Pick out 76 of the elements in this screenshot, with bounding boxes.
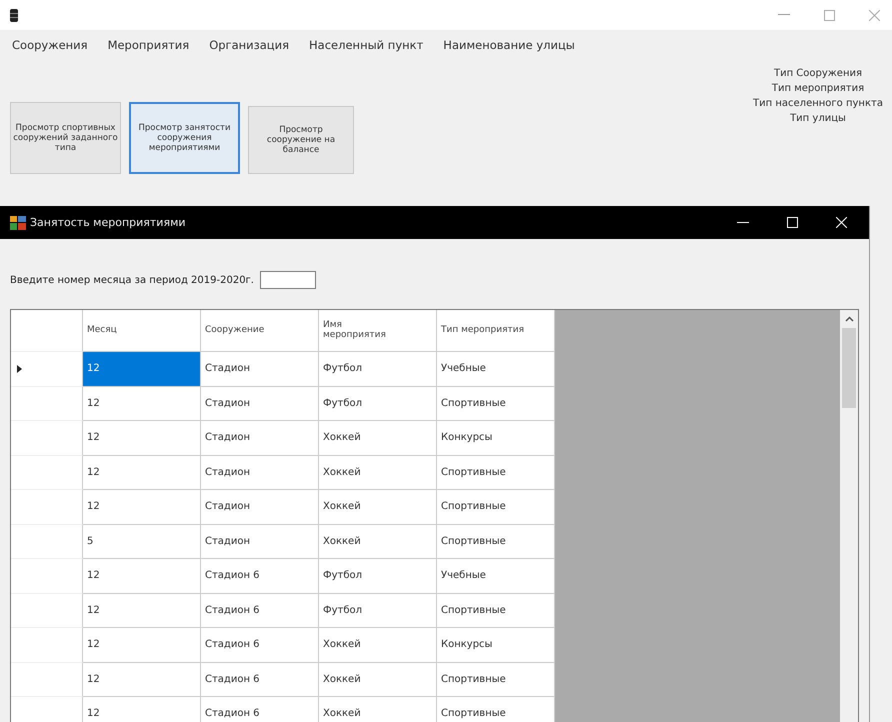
table-cell: 5	[83, 524, 201, 559]
menu-item[interactable]: Сооружения	[12, 38, 88, 62]
table-cell: Стадион 6	[201, 559, 319, 594]
table-cell: Стадион	[201, 490, 319, 524]
window-icon	[10, 216, 26, 230]
row-header[interactable]	[11, 456, 83, 490]
table-cell: Футбол	[319, 559, 437, 594]
table-cell: Хоккей	[319, 456, 437, 490]
table-cell: Хоккей	[319, 421, 437, 456]
column-header[interactable]: Тип мероприятия	[437, 310, 555, 352]
row-header[interactable]	[11, 421, 83, 456]
table-cell: Стадион	[201, 386, 319, 421]
table-cell: Спортивные	[437, 386, 555, 421]
table-cell: Конкурсы	[437, 628, 555, 662]
type-link[interactable]: Тип улицы	[790, 113, 846, 124]
table-cell: 12	[83, 594, 201, 628]
month-input-field[interactable]	[260, 271, 316, 289]
type-link[interactable]: Тип мероприятия	[772, 83, 864, 94]
window-title: Занятость мероприятиями	[30, 216, 186, 229]
app-icon	[10, 8, 18, 22]
scroll-up-icon[interactable]	[844, 316, 854, 322]
table-cell: Стадион	[201, 524, 319, 559]
minimize-icon[interactable]	[737, 222, 749, 224]
table-cell: 12	[83, 490, 201, 524]
menu-item[interactable]: Населенный пункт	[309, 38, 424, 62]
type-link[interactable]: Тип населенного пункта	[753, 98, 883, 109]
table-cell: 12	[83, 456, 201, 490]
menu-item[interactable]: Наименование улицы	[443, 38, 575, 62]
table-cell: Футбол	[319, 352, 437, 386]
table-cell: Спортивные	[437, 524, 555, 559]
table-cell: Стадион	[201, 421, 319, 456]
vertical-scrollbar[interactable]	[840, 310, 858, 722]
table-cell: Хоккей	[319, 524, 437, 559]
row-header[interactable]	[11, 310, 83, 352]
row-header[interactable]	[11, 524, 83, 559]
row-header[interactable]	[11, 594, 83, 628]
menu-item[interactable]: Организация	[209, 38, 290, 62]
menu-item[interactable]: Мероприятия	[108, 38, 190, 62]
column-header[interactable]: Имя мероприятия	[319, 310, 437, 352]
table-cell: Стадион	[201, 456, 319, 490]
table-cell: Хоккей	[319, 662, 437, 697]
table-cell: 12	[83, 386, 201, 421]
table-cell: 12	[83, 628, 201, 662]
table-cell: Стадион 6	[201, 628, 319, 662]
row-header[interactable]	[11, 628, 83, 662]
table-cell: Спортивные	[437, 456, 555, 490]
table-cell: Футбол	[319, 594, 437, 628]
table-cell: Футбол	[319, 386, 437, 421]
table-cell: 12	[83, 421, 201, 456]
table-cell: Стадион	[201, 352, 319, 386]
view-button[interactable]: Просмотр сооружение на балансе	[248, 106, 354, 174]
month-prompt: Введите номер месяца за период 2019-2020г.	[10, 274, 254, 286]
scroll-thumb[interactable]	[842, 328, 856, 408]
table-cell: Стадион 6	[201, 662, 319, 697]
table-cell: Учебные	[437, 352, 555, 386]
table-cell: Спортивные	[437, 594, 555, 628]
row-header[interactable]	[11, 559, 83, 594]
table-cell: Спортивные	[437, 662, 555, 697]
table-cell: 12	[83, 352, 201, 386]
table-cell: 12	[83, 559, 201, 594]
table-cell: 12	[83, 662, 201, 697]
row-header[interactable]	[11, 352, 83, 386]
row-header[interactable]	[11, 662, 83, 697]
row-header[interactable]	[11, 386, 83, 421]
table-cell: Хоккей	[319, 490, 437, 524]
table-cell: Хоккей	[319, 628, 437, 662]
table-cell: Учебные	[437, 559, 555, 594]
table-cell: Конкурсы	[437, 421, 555, 456]
column-header[interactable]: Сооружение	[201, 310, 319, 352]
table-cell: Спортивные	[437, 490, 555, 524]
row-header[interactable]	[11, 490, 83, 524]
view-button[interactable]: Просмотр занятости сооружения мероприятиями	[129, 102, 240, 174]
column-header[interactable]: Месяц	[83, 310, 201, 352]
table-cell: Стадион 6	[201, 594, 319, 628]
type-link[interactable]: Тип Сооружения	[774, 68, 862, 79]
view-button[interactable]: Просмотр спортивных сооружений заданного типа	[10, 102, 121, 174]
